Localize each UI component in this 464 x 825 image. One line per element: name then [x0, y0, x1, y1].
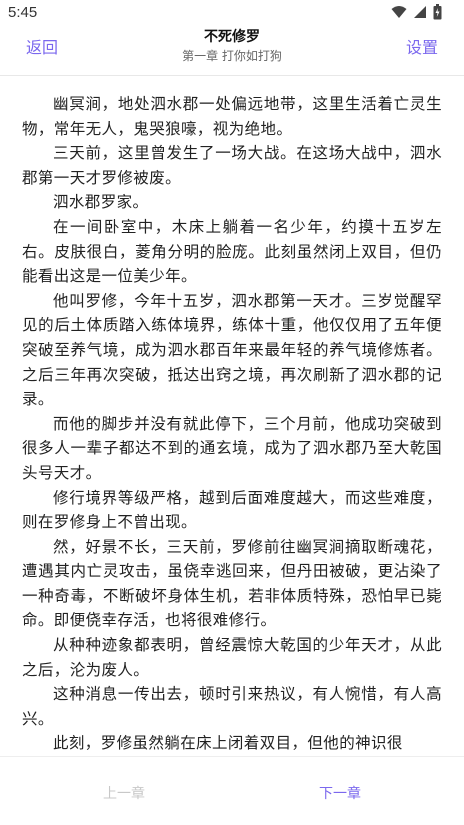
book-title: 不死修罗 — [204, 29, 260, 45]
next-chapter-button[interactable]: 下一章 — [278, 783, 402, 803]
wifi-icon — [391, 6, 407, 18]
chapter-title: 第一章 打你如打狗 — [182, 49, 282, 63]
prev-chapter-button[interactable]: 上一章 — [62, 783, 186, 803]
paragraph: 而他的脚步并没有就此停下，三个月前，他成功突破到很多人一辈子都达不到的通玄境，成… — [22, 414, 442, 482]
status-time: 5:45 — [8, 4, 38, 21]
paragraph: 幽冥涧，地处泗水郡一处偏远地带，这里生活着亡灵生物，常年无人，鬼哭狼嚎，视为绝地… — [22, 95, 442, 138]
paragraph: 三天前，这里曾发生了一场大战。在这场大战中，泗水郡第一天才罗修被废。 — [22, 144, 442, 187]
paragraph: 从种种迹象都表明，曾经震惊大乾国的少年天才，从此之后，沦为废人。 — [22, 636, 442, 679]
signal-icon — [414, 6, 426, 18]
battery-icon — [433, 4, 442, 20]
status-icons — [391, 4, 442, 20]
paragraph: 在一间卧室中，木床上躺着一名少年，约摸十五岁左右。皮肤很白，菱角分明的脸庞。此刻… — [22, 217, 442, 286]
reading-content[interactable]: 幽冥涧，地处泗水郡一处偏远地带，这里生活着亡灵生物，常年无人，鬼哭狼嚎，视为绝地… — [22, 92, 442, 755]
paragraph: 这种消息一传出去，顿时引来热议，有人惋惜，有人高兴。 — [22, 685, 442, 728]
paragraph: 此刻，罗修虽然躺在床上闭着双目，但他的神识很 — [53, 734, 403, 753]
paragraph: 然，好景不长，三天前，罗修前往幽冥涧摘取断魂花，遭遇其内亡灵攻击，虽侥幸逃回来，… — [22, 537, 442, 630]
app-bar: 返回 不死修罗 第一章 打你如打狗 设置 — [0, 26, 464, 76]
paragraph: 泗水郡罗家。 — [53, 193, 149, 212]
status-bar: 5:45 — [0, 0, 464, 26]
settings-button[interactable]: 设置 — [406, 34, 438, 58]
chapter-nav-bar: 上一章 下一章 — [0, 756, 464, 825]
paragraph: 他叫罗修，今年十五岁，泗水郡第一天才。三岁觉醒罕见的后土体质踏入练体境界，练体十… — [22, 291, 442, 409]
paragraph: 修行境界等级严格，越到后面难度越大，而这些难度，则在罗修身上不曾出现。 — [22, 488, 442, 532]
